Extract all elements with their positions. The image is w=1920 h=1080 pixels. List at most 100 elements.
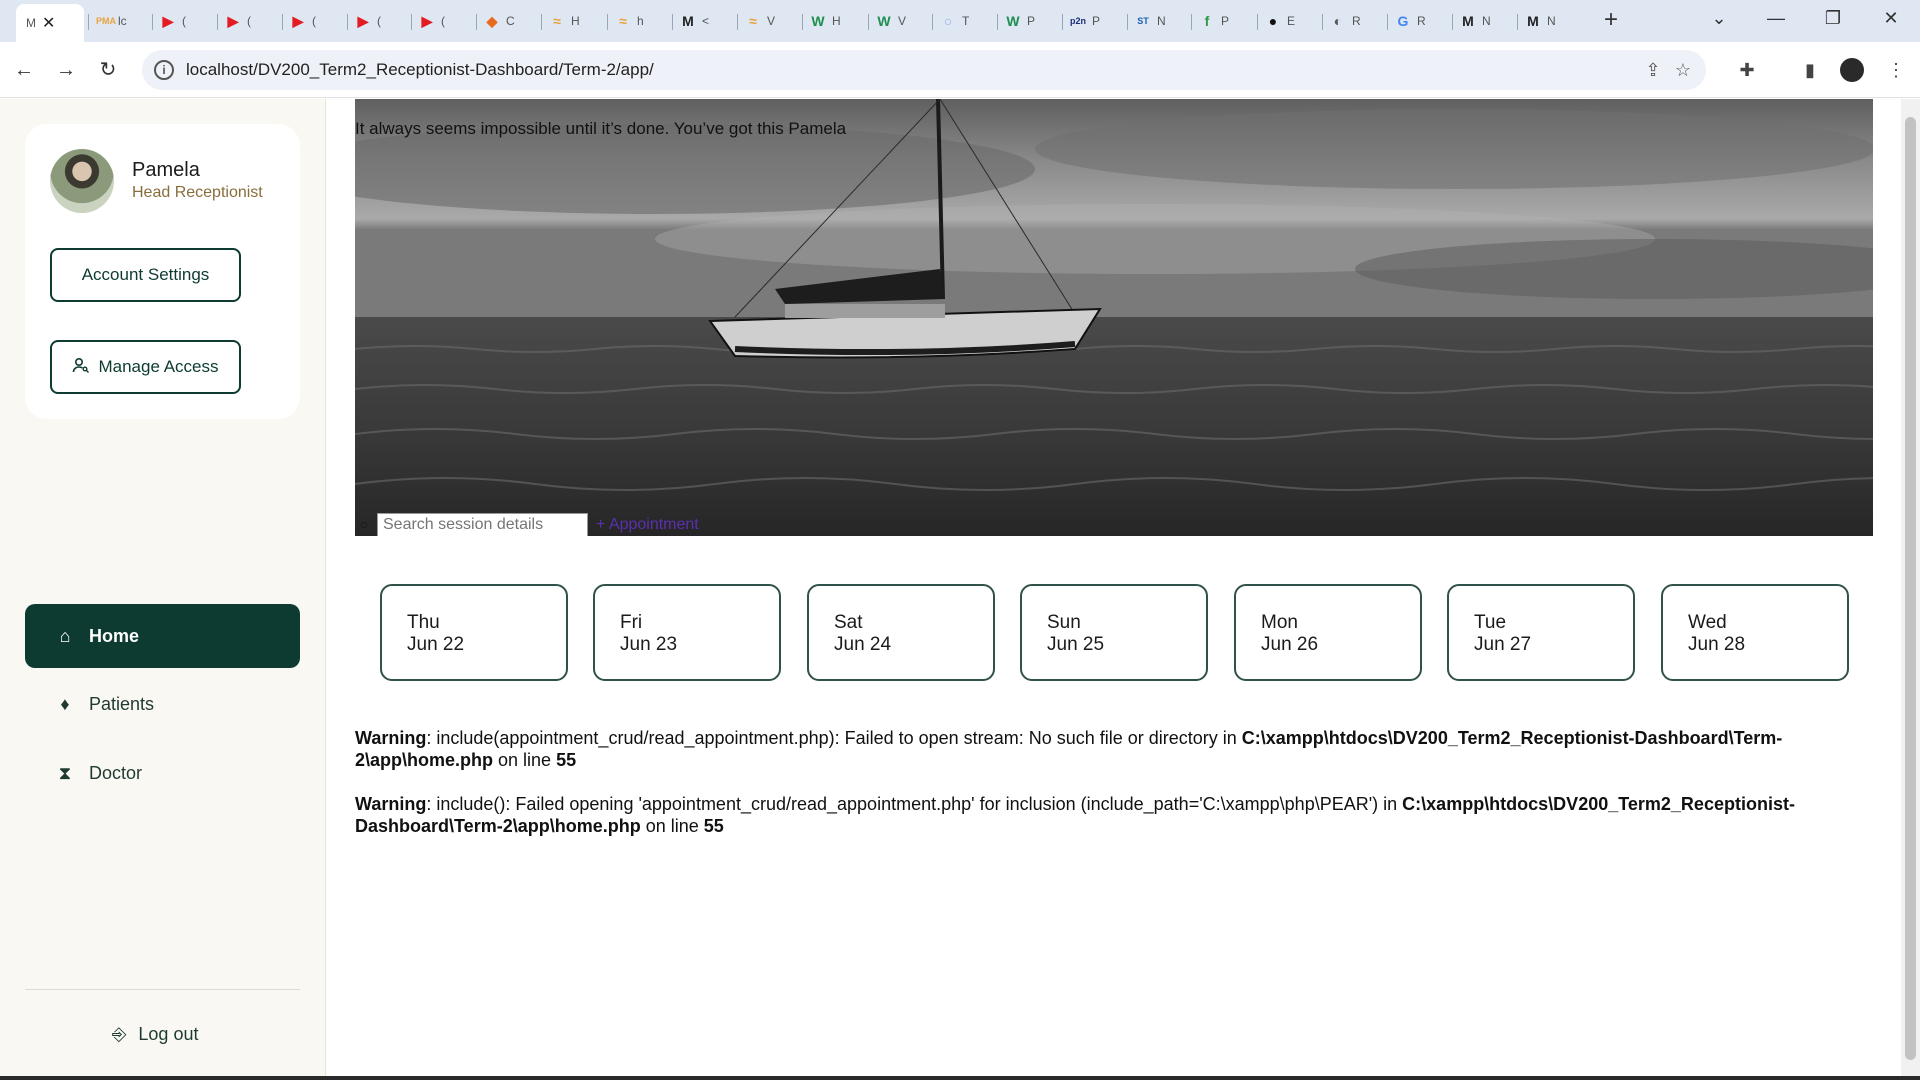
browser-tab[interactable]: ▶(	[290, 7, 346, 35]
reload-button[interactable]: ↻	[92, 54, 124, 86]
day-date: Jun 23	[620, 634, 678, 655]
sailboat-image	[355, 99, 1873, 536]
browser-tab[interactable]: ▶(	[160, 7, 216, 35]
tab-favicon-icon: ▶	[227, 13, 239, 29]
tab-label: (	[441, 14, 445, 28]
browser-tab[interactable]: ○ T	[940, 7, 996, 35]
browser-tab[interactable]: ST N	[1135, 7, 1191, 35]
browser-tab[interactable]: ◐ R	[1330, 7, 1386, 35]
maximize-button[interactable]: ❐	[1820, 8, 1846, 29]
day-card-mon[interactable]: Mon Jun 26	[1234, 584, 1422, 681]
logout-button[interactable]: ⎆ Log out	[112, 1024, 198, 1045]
browser-tab[interactable]: p2n P	[1070, 7, 1126, 35]
account-settings-button[interactable]: Account Settings	[50, 248, 241, 302]
browser-tab[interactable]: MN	[1525, 7, 1581, 35]
browser-tab[interactable]: ● E	[1265, 7, 1321, 35]
tab-label: R	[1352, 14, 1361, 28]
browser-tab[interactable]: MN	[1460, 7, 1516, 35]
tab-separator	[737, 14, 738, 30]
tab-label: T	[962, 14, 970, 28]
tab-label: H	[832, 14, 841, 28]
doctor-icon: ⧗	[58, 762, 72, 783]
tab-label: P	[1027, 14, 1036, 28]
tab-active[interactable]: M ✕	[16, 4, 84, 42]
tab-separator	[1517, 14, 1518, 30]
tab-active-label: M	[26, 16, 36, 30]
browser-tab[interactable]: ▶(	[225, 7, 281, 35]
browser-tab[interactable]: ≈ h	[615, 7, 671, 35]
side-panel-icon[interactable]: ▮	[1796, 56, 1824, 84]
manage-access-button[interactable]: Manage Access	[50, 340, 241, 394]
profile-card: Pamela Head Receptionist Account Setting…	[25, 124, 300, 419]
minimize-button[interactable]: —	[1763, 8, 1789, 29]
forward-button[interactable]: →	[50, 54, 82, 86]
tab-favicon-icon: f	[1204, 13, 1210, 29]
browser-tab[interactable]: GR	[1395, 7, 1451, 35]
nav-item-patients-label: Patients	[89, 693, 155, 714]
tab-label: (	[182, 14, 186, 28]
day-weekday: Tue	[1474, 612, 1507, 633]
tab-label: N	[1482, 14, 1491, 28]
nav-item-patients[interactable]: ♦ Patients	[25, 672, 300, 736]
tab-search-chevron-icon[interactable]: ⌄	[1706, 8, 1732, 29]
browser-tab[interactable]: M <	[680, 7, 736, 35]
address-bar[interactable]: i localhost/DV200_Term2_Receptionist-Das…	[142, 50, 1706, 90]
tab-favicon-icon: ST	[1137, 16, 1149, 26]
browser-menu-icon[interactable]: ⋮	[1882, 56, 1910, 84]
page-scrollbar[interactable]	[1901, 99, 1920, 1080]
tab-separator	[1387, 14, 1388, 30]
browser-tab[interactable]: WH	[810, 7, 866, 35]
tab-separator	[607, 14, 608, 30]
tab-separator	[541, 14, 542, 30]
site-info-icon[interactable]: i	[154, 60, 174, 80]
tab-favicon-icon: M	[1462, 13, 1474, 29]
day-card-fri[interactable]: Fri Jun 23	[593, 584, 781, 681]
day-card-sat[interactable]: Sat Jun 24	[807, 584, 995, 681]
user-key-icon	[72, 356, 90, 379]
browser-tab[interactable]: PMA lc	[96, 7, 152, 35]
day-card-sun[interactable]: Sun Jun 25	[1020, 584, 1208, 681]
bookmark-star-icon[interactable]: ☆	[1668, 60, 1698, 81]
tab-label: V	[898, 14, 907, 28]
browser-tab[interactable]: ≈ H	[549, 7, 605, 35]
add-appointment-link[interactable]: + Appointment	[596, 516, 699, 534]
logout-icon: ⎆	[112, 1024, 127, 1044]
nav-item-doctor-label: Doctor	[89, 762, 143, 783]
logout-label: Log out	[138, 1024, 199, 1044]
profile-avatar[interactable]	[1840, 58, 1864, 82]
close-tab-icon[interactable]: ✕	[42, 13, 55, 33]
browser-tab[interactable]: ▶(	[419, 7, 475, 35]
search-row: ○ + Appointment	[355, 513, 699, 536]
search-input[interactable]	[377, 513, 588, 536]
browser-tab[interactable]: ≈ V	[745, 7, 801, 35]
tab-favicon-icon: ≈	[553, 13, 561, 29]
close-window-button[interactable]: ✕	[1878, 8, 1904, 29]
user-name: Pamela	[132, 159, 200, 181]
share-icon[interactable]: ⇪	[1638, 60, 1668, 81]
tab-label: P	[1221, 14, 1230, 28]
day-weekday: Mon	[1261, 612, 1298, 633]
tab-favicon-icon: ●	[1268, 13, 1278, 29]
browser-tab-strip: M ✕ PMA lc ▶(▶(▶(▶(▶(◆ C ≈ H ≈ h M < ≈ V W H W V ○ T W Pp2n…	[0, 0, 1920, 42]
day-card-thu[interactable]: Thu Jun 22	[380, 584, 568, 681]
warning-line-text: on line	[493, 750, 557, 770]
warning-message: : include(appointment_crud/read_appointm…	[426, 728, 1242, 748]
day-card-wed[interactable]: Wed Jun 28	[1661, 584, 1849, 681]
nav-item-doctor[interactable]: ⧗ Doctor	[25, 741, 300, 805]
day-card-tue[interactable]: Tue Jun 27	[1447, 584, 1635, 681]
tab-label: h	[637, 14, 644, 28]
browser-tab[interactable]: fP	[1199, 7, 1255, 35]
browser-tab[interactable]: ▶(	[355, 7, 411, 35]
back-button[interactable]: ←	[8, 54, 40, 86]
nav-item-home[interactable]: ⌂ Home	[25, 604, 300, 668]
browser-tab[interactable]: WV	[876, 7, 932, 35]
tab-favicon-icon: ≈	[749, 13, 757, 29]
tab-separator	[347, 14, 348, 30]
manage-access-label: Manage Access	[98, 357, 219, 376]
extensions-icon[interactable]: ✚	[1733, 56, 1761, 84]
browser-tab[interactable]: WP	[1005, 7, 1061, 35]
tab-label: H	[571, 14, 580, 28]
new-tab-button[interactable]: +	[1598, 8, 1624, 34]
browser-tab[interactable]: ◆ C	[484, 7, 540, 35]
scrollbar-thumb[interactable]	[1905, 117, 1916, 1060]
